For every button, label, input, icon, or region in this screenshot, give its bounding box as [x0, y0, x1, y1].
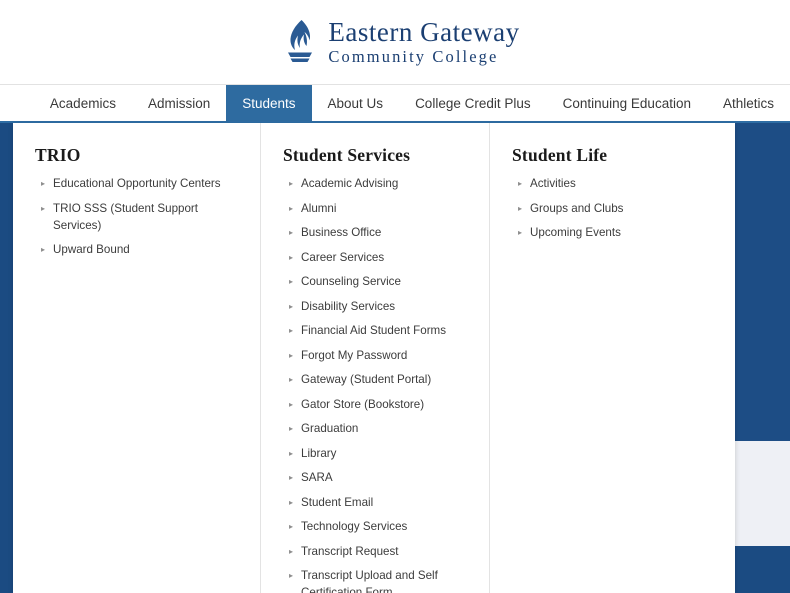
menu-list-item[interactable]: ▸ Financial Aid Student Forms [283, 322, 471, 339]
mega-menu-column-trio: TRIO ▸ Educational Opportunity Centers ▸ TR… [13, 123, 260, 593]
menu-link[interactable]: Technology Services [301, 518, 407, 535]
students-mega-menu: TRIO ▸ Educational Opportunity Centers ▸ TR… [13, 123, 735, 593]
logo-line-1: Eastern Gateway [328, 19, 519, 46]
menu-list-item[interactable]: ▸ Gator Store (Bookstore) [283, 396, 471, 413]
menu-list-item[interactable]: ▸ Transcript Request [283, 543, 471, 560]
chevron-right-icon: ▸ [289, 273, 293, 290]
menu-link[interactable]: Forgot My Password [301, 347, 407, 364]
site-header: Eastern Gateway Community College [0, 0, 790, 85]
menu-link[interactable]: Groups and Clubs [530, 200, 623, 217]
menu-link[interactable]: Academic Advising [301, 175, 398, 192]
site-logo[interactable]: Eastern Gateway Community College [282, 19, 519, 66]
nav-item-students[interactable]: Students [226, 85, 311, 121]
logo-line-2: Community College [328, 49, 519, 66]
nav-item-continuing-education[interactable]: Continuing Education [547, 85, 707, 121]
nav-item-college-credit-plus[interactable]: College Credit Plus [399, 85, 547, 121]
chevron-right-icon: ▸ [289, 543, 293, 560]
menu-link[interactable]: Activities [530, 175, 576, 192]
mega-menu-columns: TRIO ▸ Educational Opportunity Centers ▸ TR… [13, 123, 735, 593]
column-heading-student-life: Student Life [512, 145, 717, 166]
mega-menu-column-student-services: Student Services ▸ Academic Advising ▸ Alum… [260, 123, 489, 593]
menu-list-item[interactable]: ▸ Counseling Service [283, 273, 471, 290]
menu-list-item[interactable]: ▸ TRIO SSS (Student Support Services) [35, 200, 242, 234]
menu-link[interactable]: Counseling Service [301, 273, 401, 290]
menu-list-item[interactable]: ▸ Upcoming Events [512, 224, 717, 241]
menu-link[interactable]: Upward Bound [53, 241, 130, 258]
chevron-right-icon: ▸ [289, 567, 293, 584]
menu-link[interactable]: Gateway (Student Portal) [301, 371, 431, 388]
menu-list-item[interactable]: ▸ Upward Bound [35, 241, 242, 258]
menu-link[interactable]: Business Office [301, 224, 381, 241]
menu-link[interactable]: Educational Opportunity Centers [53, 175, 221, 192]
chevron-right-icon: ▸ [289, 371, 293, 388]
nav-item-academics[interactable]: Academics [34, 85, 132, 121]
menu-link[interactable]: Library [301, 445, 336, 462]
chevron-right-icon: ▸ [289, 347, 293, 364]
flame-torch-icon [282, 19, 318, 65]
menu-link[interactable]: TRIO SSS (Student Support Services) [53, 200, 242, 234]
menu-link[interactable]: Graduation [301, 420, 358, 437]
column-heading-trio: TRIO [35, 145, 242, 166]
menu-list-item[interactable]: ▸ Academic Advising [283, 175, 471, 192]
menu-list-item[interactable]: ▸ Business Office [283, 224, 471, 241]
menu-link[interactable]: Financial Aid Student Forms [301, 322, 446, 339]
chevron-right-icon: ▸ [289, 396, 293, 413]
chevron-right-icon: ▸ [289, 249, 293, 266]
nav-item-athletics[interactable]: Athletics [707, 85, 790, 121]
menu-list-item[interactable]: ▸ Transcript Upload and Self Certificatio… [283, 567, 471, 593]
menu-list-item[interactable]: ▸ Educational Opportunity Centers [35, 175, 242, 192]
menu-link[interactable]: Student Email [301, 494, 373, 511]
main-navigation: Academics Admission Students About Us Co… [0, 85, 790, 123]
page-background-strip [0, 123, 13, 593]
menu-list-item[interactable]: ▸ Activities [512, 175, 717, 192]
menu-link[interactable]: Career Services [301, 249, 384, 266]
menu-list-item[interactable]: ▸ Technology Services [283, 518, 471, 535]
menu-list-student-life: ▸ Activities ▸ Groups and Clubs ▸ Upcoming Ev… [512, 175, 717, 241]
nav-item-admission[interactable]: Admission [132, 85, 226, 121]
menu-link[interactable]: SARA [301, 469, 333, 486]
page-root: WA NITI TH NITI THE COMIN HANK YOU T SIT… [0, 0, 790, 593]
menu-list-item[interactable]: ▸ Gateway (Student Portal) [283, 371, 471, 388]
logo-wordmark: Eastern Gateway Community College [328, 19, 519, 66]
chevron-right-icon: ▸ [289, 518, 293, 535]
chevron-right-icon: ▸ [289, 494, 293, 511]
chevron-right-icon: ▸ [289, 224, 293, 241]
menu-list-item[interactable]: ▸ Graduation [283, 420, 471, 437]
menu-list-item[interactable]: ▸ Groups and Clubs [512, 200, 717, 217]
menu-list-student-services: ▸ Academic Advising ▸ Alumni ▸ Business Offic… [283, 175, 471, 593]
menu-list-item[interactable]: ▸ Alumni [283, 200, 471, 217]
menu-link[interactable]: Upcoming Events [530, 224, 621, 241]
mega-menu-column-student-life: Student Life ▸ Activities ▸ Groups and Club… [489, 123, 735, 593]
menu-link[interactable]: Transcript Upload and Self Certification… [301, 567, 471, 593]
menu-list-item[interactable]: ▸ Forgot My Password [283, 347, 471, 364]
menu-link[interactable]: Alumni [301, 200, 336, 217]
chevron-right-icon: ▸ [518, 200, 522, 217]
chevron-right-icon: ▸ [41, 200, 45, 217]
chevron-right-icon: ▸ [41, 241, 45, 258]
menu-link[interactable]: Disability Services [301, 298, 395, 315]
chevron-right-icon: ▸ [289, 445, 293, 462]
menu-list-item[interactable]: ▸ Student Email [283, 494, 471, 511]
chevron-right-icon: ▸ [289, 175, 293, 192]
chevron-right-icon: ▸ [289, 469, 293, 486]
chevron-right-icon: ▸ [289, 200, 293, 217]
menu-list-item[interactable]: ▸ Career Services [283, 249, 471, 266]
chevron-right-icon: ▸ [518, 224, 522, 241]
chevron-right-icon: ▸ [289, 298, 293, 315]
menu-list-item[interactable]: ▸ SARA [283, 469, 471, 486]
menu-list-trio: ▸ Educational Opportunity Centers ▸ TRIO SS… [35, 175, 242, 258]
chevron-right-icon: ▸ [289, 322, 293, 339]
column-heading-student-services: Student Services [283, 145, 471, 166]
menu-list-item[interactable]: ▸ Disability Services [283, 298, 471, 315]
menu-list-item[interactable]: ▸ Library [283, 445, 471, 462]
chevron-right-icon: ▸ [41, 175, 45, 192]
menu-link[interactable]: Gator Store (Bookstore) [301, 396, 424, 413]
chevron-right-icon: ▸ [518, 175, 522, 192]
chevron-right-icon: ▸ [289, 420, 293, 437]
nav-item-about-us[interactable]: About Us [312, 85, 400, 121]
menu-link[interactable]: Transcript Request [301, 543, 399, 560]
